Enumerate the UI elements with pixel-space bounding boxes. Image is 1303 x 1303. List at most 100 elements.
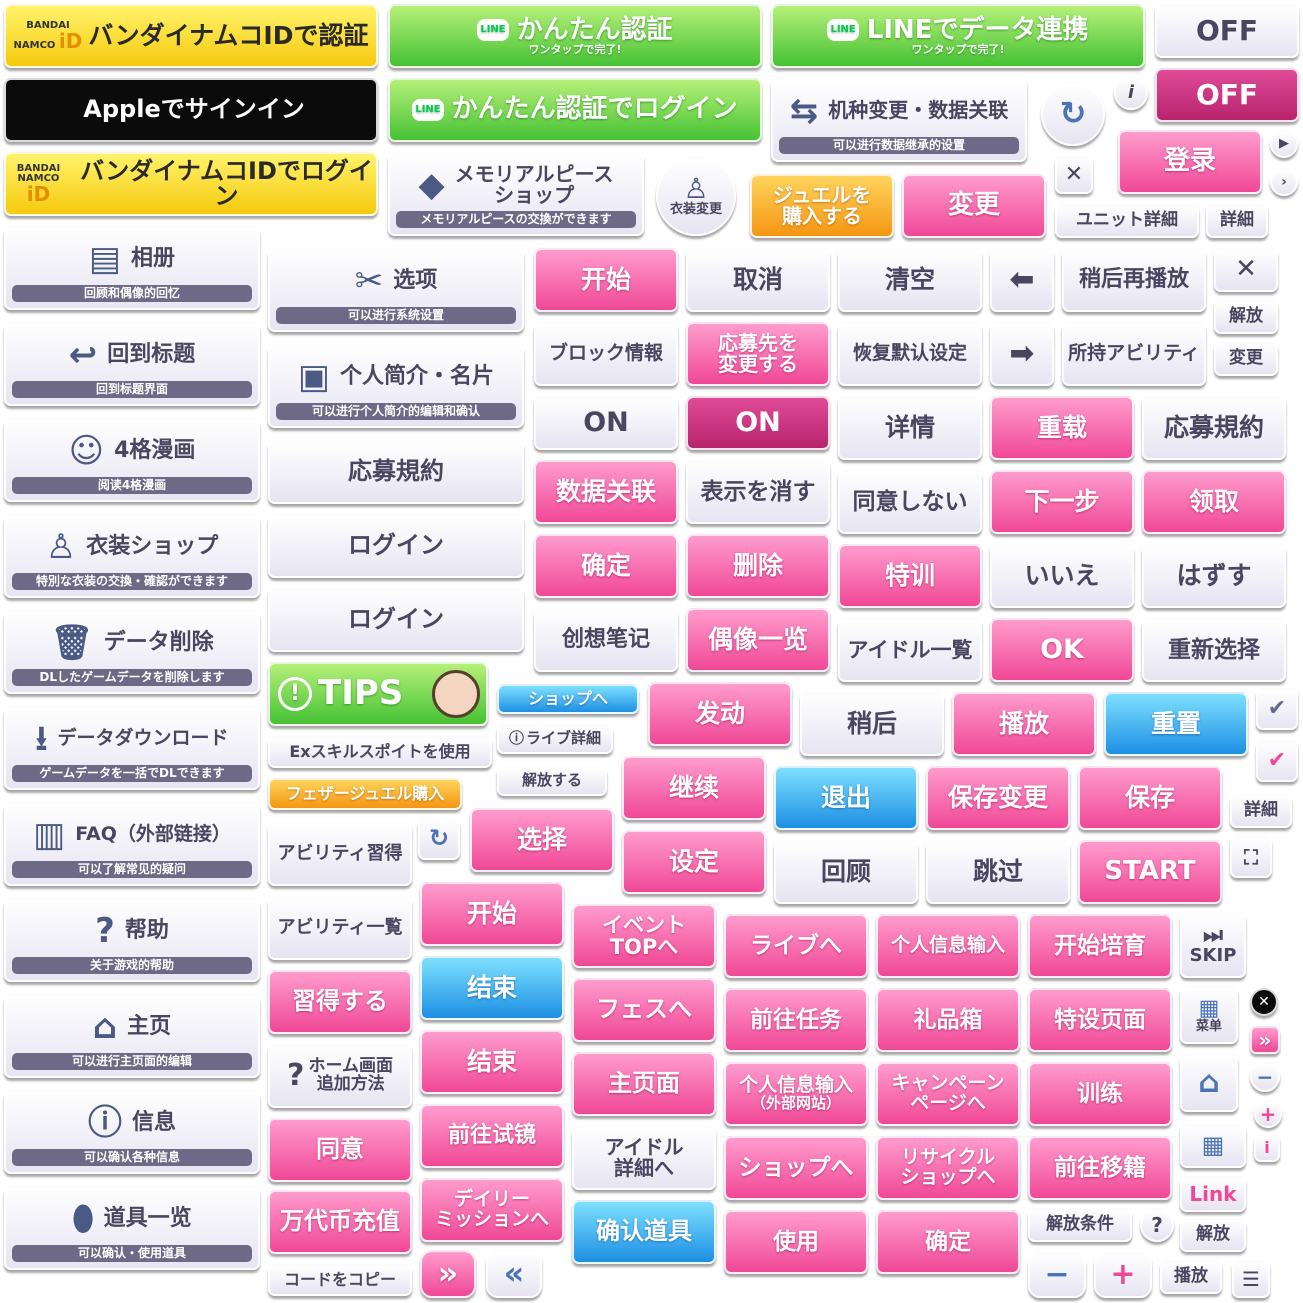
menu-tile[interactable]: ⭳ データダウンロード ゲームデータを一括でDLできます <box>4 706 260 790</box>
end1-button[interactable]: 结束 <box>420 956 564 1020</box>
grid-view-button[interactable]: ▦ <box>1180 1124 1246 1168</box>
menu-tile[interactable]: ▥ FAQ（外部链接） 可以了解常见的疑问 <box>4 802 260 886</box>
close-button[interactable]: ✕ <box>1055 156 1093 194</box>
menu-tile[interactable]: ↩ 回到标题 回到标题界面 <box>4 322 260 406</box>
chevron-right-small-button[interactable]: › <box>1270 168 1298 196</box>
arrow-right-button[interactable]: ➡ <box>990 322 1054 386</box>
detail-small-button[interactable]: 詳細 <box>1206 204 1268 238</box>
activate-button[interactable]: 发动 <box>648 682 792 746</box>
review-button[interactable]: 回顾 <box>774 840 918 904</box>
event-top-button[interactable]: イベント TOPへ <box>572 904 716 968</box>
play-button[interactable]: 播放 <box>952 692 1096 756</box>
home-button[interactable]: ⌂ <box>1180 1054 1238 1112</box>
copy-code-button[interactable]: コードをコピー <box>268 1264 412 1296</box>
line-login-button[interactable]: LINE かんたん認証でログイン <box>388 78 762 142</box>
fes-button[interactable]: フェスへ <box>572 978 716 1042</box>
help-small-button[interactable]: ? <box>1140 1208 1174 1242</box>
on-toggle-active[interactable]: ON <box>686 396 830 450</box>
menu-tile[interactable]: 🗑 データ削除 DLしたゲームデータを削除します <box>4 610 260 694</box>
confirm-button[interactable]: 确定 <box>534 534 678 598</box>
feather-jewel-button[interactable]: フェザージュエル購入 <box>268 778 462 810</box>
next-button[interactable]: 下一步 <box>990 470 1134 534</box>
home-add-button[interactable]: ? ホーム画面 追加方法 <box>268 1044 412 1108</box>
fast-forward-small-button[interactable]: » <box>1250 1026 1280 1054</box>
cancel-button[interactable]: 取消 <box>686 248 830 312</box>
info-small-button[interactable]: i <box>1254 1134 1280 1162</box>
refresh-small-button[interactable]: ↻ <box>418 818 460 860</box>
profile-button[interactable]: ▣ 个人简介・名片 可以进行个人简介的编辑和确认 <box>268 344 524 428</box>
main-page-button[interactable]: 主页面 <box>572 1052 716 1116</box>
options-button[interactable]: ✂ 选项 可以进行系统设置 <box>268 248 524 332</box>
reload-button[interactable]: 重载 <box>990 396 1134 460</box>
device-change-button[interactable]: ⇆ 机种变更・数据关联 可以进行数据继承的设置 <box>771 78 1027 162</box>
learn-button[interactable]: 習得する <box>268 970 412 1034</box>
jewel-buy-button[interactable]: ジュエルを 購入する <box>750 174 894 238</box>
arrow-right-small-button[interactable]: ▶ <box>1270 130 1298 158</box>
notes-button[interactable]: 创想笔记 <box>534 608 678 672</box>
personal-input-ext-button[interactable]: 个人信息输入 （外部网站） <box>724 1062 868 1126</box>
use-button[interactable]: 使用 <box>724 1210 868 1274</box>
end2-button[interactable]: 结束 <box>420 1030 564 1094</box>
release-button[interactable]: 解放する <box>497 766 607 796</box>
change-small-button[interactable]: 変更 <box>1214 342 1278 376</box>
unit-detail-button[interactable]: ユニット詳細 <box>1055 204 1199 238</box>
minus-small-button[interactable]: − <box>1250 1062 1280 1092</box>
live-detail-button[interactable]: ⓘ ライブ詳細 <box>497 724 613 754</box>
checkbox-unchecked[interactable]: ✔ <box>1256 688 1298 730</box>
exit-button[interactable]: 退出 <box>774 766 918 830</box>
off-toggle[interactable]: OFF <box>1155 4 1299 58</box>
skip-cn-button[interactable]: 跳过 <box>926 840 1070 904</box>
start-training-button[interactable]: 开始培育 <box>1028 914 1172 978</box>
fullscreen-button[interactable]: ⛶ <box>1230 836 1272 878</box>
line-link-button[interactable]: LINE LINEでデータ連携 ワンタップで完了! <box>771 4 1145 68</box>
campaign-button[interactable]: キャンペーン ページへ <box>876 1062 1020 1126</box>
idol-list-cn-button[interactable]: 偶像一览 <box>686 608 830 672</box>
gift-box-button[interactable]: 礼品箱 <box>876 988 1020 1052</box>
clear-button[interactable]: 清空 <box>838 248 982 312</box>
training-button[interactable]: 特训 <box>838 544 982 608</box>
save-change-button[interactable]: 保存变更 <box>926 766 1070 830</box>
menu-tile[interactable]: ▤ 相册 回顾和偶像的回忆 <box>4 226 260 310</box>
rewind-button[interactable]: « <box>486 1250 542 1298</box>
idol-detail-button[interactable]: アイドル 詳細へ <box>572 1126 716 1190</box>
go-mission-button[interactable]: 前往任务 <box>724 988 868 1052</box>
refresh-button[interactable]: ↻ <box>1041 82 1105 146</box>
remove-button[interactable]: はずす <box>1142 544 1286 608</box>
recycle-shop-button[interactable]: リサイクル ショップへ <box>876 1136 1020 1200</box>
link-button[interactable]: Link <box>1180 1176 1246 1212</box>
ok-button[interactable]: OK <box>990 618 1134 682</box>
restore-default-button[interactable]: 恢复默认设定 <box>838 322 982 386</box>
menu-tile[interactable]: ⌂ 主页 可以进行主页面的编辑 <box>4 994 260 1078</box>
play2-button[interactable]: 播放 <box>1160 1260 1222 1294</box>
settings-button[interactable]: 设定 <box>622 830 766 894</box>
unlock2-button[interactable]: 解放 <box>1180 1218 1246 1252</box>
start-button[interactable]: 开始 <box>534 248 678 312</box>
later-button[interactable]: 稍后 <box>800 692 944 756</box>
menu-tile[interactable]: ⓘ 信息 可以确认各种信息 <box>4 1090 260 1174</box>
menu-tile[interactable]: ♙ 衣装ショップ 特別な衣装の交換・確認ができます <box>4 514 260 598</box>
change-destination-button[interactable]: 応募先を 変更する <box>686 322 830 386</box>
data-link-button[interactable]: 数据关联 <box>534 460 678 524</box>
unlock-condition-button[interactable]: 解放条件 <box>1028 1208 1132 1242</box>
detail-small-button-2[interactable]: 詳細 <box>1230 794 1292 828</box>
reset-button[interactable]: 重置 <box>1104 692 1248 756</box>
arrow-left-button[interactable]: ⬅ <box>990 248 1054 312</box>
shop-to-button[interactable]: ショップへ <box>497 684 639 714</box>
skip-button[interactable]: ⏭ SKIP <box>1180 912 1246 978</box>
no-button[interactable]: いいえ <box>990 544 1134 608</box>
hide-button[interactable]: 表示を消す <box>686 460 830 524</box>
shop-to2-button[interactable]: ショップへ <box>724 1136 868 1200</box>
confirm-item-button[interactable]: 确认道具 <box>572 1200 716 1264</box>
plus-small-button[interactable]: + <box>1254 1100 1282 1128</box>
plus-button[interactable]: + <box>1094 1252 1152 1298</box>
continue-button[interactable]: 继续 <box>622 756 766 820</box>
unlock-button[interactable]: 解放 <box>1214 300 1278 334</box>
personal-input-button[interactable]: 个人信息输入 <box>876 914 1020 978</box>
receive-button[interactable]: 领取 <box>1142 470 1286 534</box>
menu-tile[interactable]: ☺ 4格漫画 阅读4格漫画 <box>4 418 260 502</box>
rules2-button[interactable]: 応募規約 <box>1142 396 1286 460</box>
rules-button[interactable]: 応募規約 <box>268 440 524 504</box>
off-toggle-active[interactable]: OFF <box>1155 68 1299 122</box>
menu-tile[interactable]: ? 帮助 关于游戏的帮助 <box>4 898 260 982</box>
apple-signin-button[interactable]: Appleでサインイン <box>4 78 378 142</box>
